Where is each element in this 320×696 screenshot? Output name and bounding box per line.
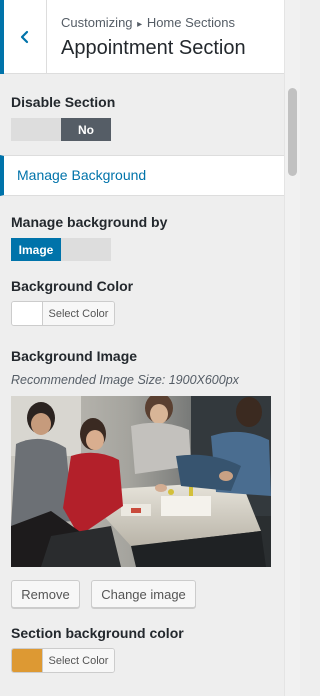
section-background-color-picker[interactable]: Select Color [11, 648, 115, 673]
remove-image-button[interactable]: Remove [11, 580, 80, 608]
scrollbar-thumb[interactable] [288, 88, 297, 176]
background-color-swatch [12, 302, 43, 325]
breadcrumb-current: Home Sections [146, 15, 235, 30]
page-title: Appointment Section [61, 37, 246, 59]
chevron-left-icon [20, 30, 29, 44]
section-background-color-select-label: Select Color [43, 649, 114, 672]
customizer-panel: Customizing ▸ Home Sections Appointment … [0, 0, 284, 696]
breadcrumb-parent: Customizing [61, 15, 133, 30]
breadcrumb-separator-icon: ▸ [137, 19, 143, 30]
back-button[interactable] [0, 0, 47, 74]
background-image-thumbnail [11, 396, 271, 567]
customizer-header: Customizing ▸ Home Sections Appointment … [0, 0, 284, 74]
breadcrumb: Customizing ▸ Home Sections [61, 15, 235, 30]
section-background-color-label: Section background color [11, 625, 184, 641]
manage-background-by-label: Manage background by [11, 214, 168, 230]
disable-section-option-no[interactable]: No [61, 118, 111, 141]
manage-background-section-link[interactable]: Manage Background [0, 155, 284, 196]
background-by-image-option[interactable]: Image [11, 238, 61, 261]
manage-background-by-toggle[interactable]: Image [11, 238, 111, 261]
background-color-label: Background Color [11, 278, 134, 294]
background-color-select-label: Select Color [43, 302, 114, 325]
section-background-color-swatch [12, 649, 43, 672]
background-image-label: Background Image [11, 348, 138, 364]
manage-background-label: Manage Background [17, 167, 147, 183]
disable-section-label: Disable Section [11, 94, 116, 110]
background-image-preview[interactable] [11, 396, 271, 567]
scrollbar[interactable] [284, 0, 300, 696]
background-image-description: Recommended Image Size: 1900X600px [11, 373, 239, 387]
background-by-color-option[interactable] [61, 238, 111, 261]
background-color-picker[interactable]: Select Color [11, 301, 115, 326]
change-image-button[interactable]: Change image [91, 580, 196, 608]
disable-section-option-yes[interactable] [11, 118, 61, 141]
disable-section-toggle[interactable]: No [11, 118, 111, 141]
